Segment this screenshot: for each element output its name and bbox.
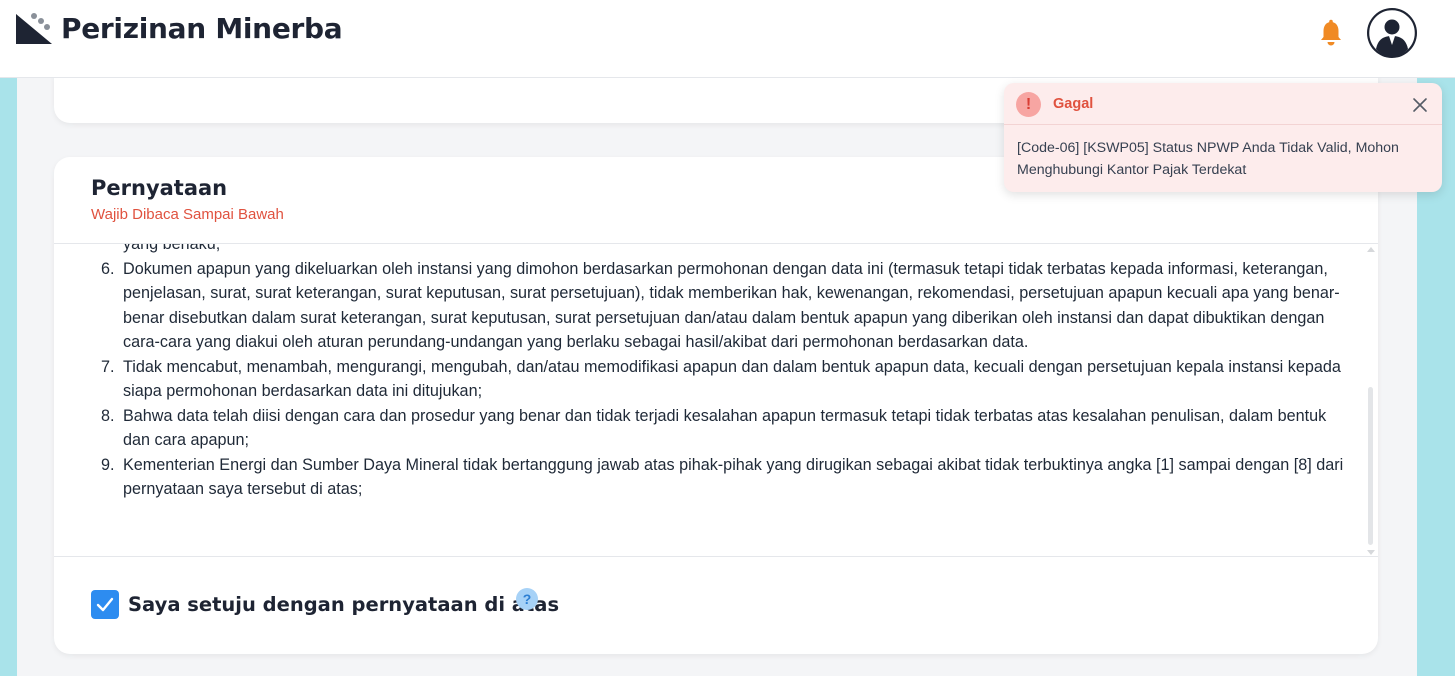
top-bar: Perizinan Minerba	[0, 0, 1455, 78]
scrollbar[interactable]	[1366, 247, 1375, 555]
statement-item-text: Bahwa data telah diisi dengan cara dan p…	[123, 406, 1327, 450]
statement-item: 8. Bahwa data telah diisi dengan cara dan…	[101, 404, 1348, 453]
alert-icon: !	[1016, 92, 1041, 117]
statement-item-text: yang berlaku;	[123, 244, 221, 253]
statement-item: yang berlaku;	[123, 244, 1348, 257]
statement-item-number: 9.	[101, 455, 115, 474]
statement-item: 9. Kementerian Energi dan Sumber Daya Min…	[101, 453, 1348, 502]
statement-list: yang berlaku; 6. Dokumen apapun yang dikel…	[101, 244, 1348, 502]
agree-label[interactable]: Saya setuju dengan pernyataan di atas	[128, 593, 559, 616]
app-logo-icon	[16, 13, 52, 44]
scroll-thumb[interactable]	[1368, 387, 1373, 545]
app-title[interactable]: Perizinan Minerba	[61, 12, 343, 45]
divider	[54, 556, 1378, 557]
statement-scroll-area[interactable]: yang berlaku; 6. Dokumen apapun yang dikel…	[54, 244, 1364, 556]
toast-title: Gagal	[1053, 96, 1094, 112]
statement-item-number: 8.	[101, 406, 115, 425]
statement-item-text: Dokumen apapun yang dikeluarkan oleh ins…	[123, 259, 1340, 352]
bell-icon[interactable]	[1318, 19, 1344, 47]
statement-card: Pernyataan Wajib Dibaca Sampai Bawah yan…	[54, 157, 1378, 654]
close-icon[interactable]	[1411, 96, 1429, 114]
toast-message: [Code-06] [KSWP05] Status NPWP Anda Tida…	[1017, 140, 1399, 178]
scroll-down-arrow-icon[interactable]	[1367, 550, 1375, 555]
help-icon[interactable]: ?	[516, 588, 538, 610]
agree-checkbox[interactable]	[91, 590, 119, 619]
user-avatar-icon[interactable]	[1367, 8, 1417, 58]
toast-divider	[1004, 124, 1442, 125]
scroll-up-arrow-icon[interactable]	[1367, 247, 1375, 252]
statement-item-text: Kementerian Energi dan Sumber Daya Miner…	[123, 455, 1344, 499]
statement-item-number: 7.	[101, 357, 115, 376]
statement-item-text: Tidak mencabut, menambah, mengurangi, me…	[123, 357, 1341, 401]
statement-item: 7. Tidak mencabut, menambah, mengurangi, …	[101, 355, 1348, 404]
statement-item: 6. Dokumen apapun yang dikeluarkan oleh i…	[101, 257, 1348, 355]
error-toast: ! Gagal [Code-06] [KSWP05] Status NPWP A…	[1004, 83, 1442, 192]
statement-item-number: 6.	[101, 259, 115, 278]
check-icon	[96, 597, 114, 612]
statement-subtitle: Wajib Dibaca Sampai Bawah	[91, 206, 284, 223]
statement-title: Pernyataan	[91, 176, 228, 200]
